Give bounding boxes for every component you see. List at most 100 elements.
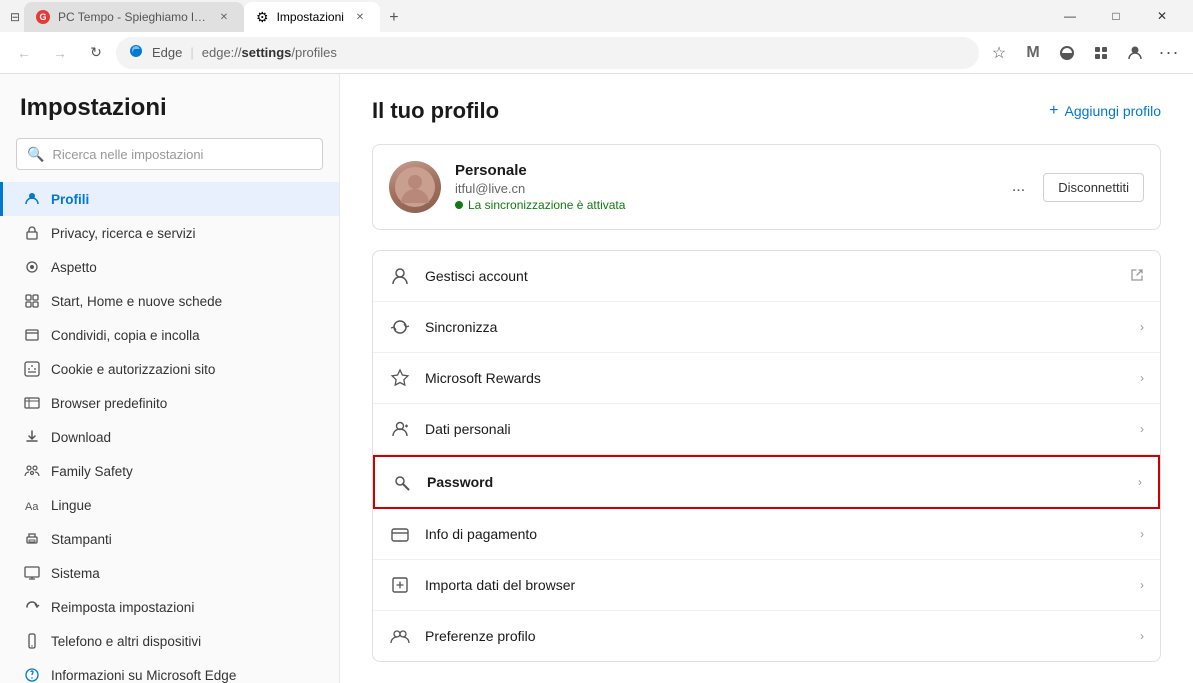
title-bar: ⊟ G PC Tempo - Spieghiamo la Tecn... ✕ ⚙… [0,0,1193,32]
menu-item-gestisci-left: Gestisci account [389,265,528,287]
back-button[interactable]: ← [8,37,40,69]
label-sincronizza: Sincronizza [425,319,497,335]
nav-telefono[interactable]: Telefono e altri dispositivi [0,624,339,658]
nav-icon-cookie [23,360,41,378]
menu-item-pagamento[interactable]: Info di pagamento › [373,509,1160,560]
collections-btn[interactable] [1085,37,1117,69]
nav-info[interactable]: Informazioni su Microsoft Edge [0,658,339,683]
profile-more-button[interactable]: ... [1004,174,1033,200]
menu-list: Gestisci account Sincronizza › [372,250,1161,662]
nav-family[interactable]: Family Safety [0,454,339,488]
menu-item-gestisci[interactable]: Gestisci account [373,251,1160,302]
nav-stampanti[interactable]: Stampanti [0,522,339,556]
nav-icon-telefono [23,632,41,650]
menu-item-importa[interactable]: Importa dati del browser › [373,560,1160,611]
nav-label-profili: Profili [51,192,89,207]
minimize-button[interactable]: — [1047,0,1093,32]
icon-pagamento [389,523,411,545]
nav-cookie[interactable]: Cookie e autorizzazioni sito [0,352,339,386]
sync-status: La sincronizzazione è attivata [455,198,990,212]
browser-essentials-btn[interactable] [1051,37,1083,69]
profile-btn[interactable] [1119,37,1151,69]
menu-item-password[interactable]: Password › [373,455,1160,509]
address-path-bold: settings [242,45,292,60]
title-bar-left: ⊟ [8,8,24,24]
icon-importa [389,574,411,596]
nav-label-lingue: Lingue [51,498,92,513]
nav-icon-privacy [23,224,41,242]
disconnect-button[interactable]: Disconnettiti [1043,173,1144,202]
favorites-btn[interactable]: ☆ [983,37,1015,69]
chevron-password: › [1138,475,1142,489]
m-btn[interactable]: M [1017,37,1049,69]
window-controls: — □ ✕ [1047,0,1185,32]
menu-item-rewards[interactable]: Microsoft Rewards › [373,353,1160,404]
label-dati: Dati personali [425,421,511,437]
sync-text: La sincronizzazione è attivata [468,198,625,212]
add-profile-button[interactable]: + Aggiungi profilo [1049,102,1161,120]
search-box[interactable]: 🔍 [16,138,323,170]
menu-item-sincronizza[interactable]: Sincronizza › [373,302,1160,353]
nav-start[interactable]: Start, Home e nuove schede [0,284,339,318]
nav-profili[interactable]: Profili [0,182,339,216]
tab1-favicon: G [36,10,50,24]
address-path-rest: /profiles [291,45,337,60]
nav-sistema[interactable]: Sistema [0,556,339,590]
chevron-rewards: › [1140,371,1144,385]
nav-lingue[interactable]: Aa Lingue [0,488,339,522]
label-pagamento: Info di pagamento [425,526,537,542]
nav-download[interactable]: Download [0,420,339,454]
menu-item-rewards-left: Microsoft Rewards [389,367,541,389]
tabs-area: G PC Tempo - Spieghiamo la Tecn... ✕ ⚙ I… [24,0,1047,32]
nav-label-browser: Browser predefinito [51,396,167,411]
menu-item-dati-left: Dati personali [389,418,511,440]
close-button[interactable]: ✕ [1139,0,1185,32]
menu-item-dati[interactable]: Dati personali › [373,404,1160,455]
nav-icon-lingue: Aa [23,496,41,514]
label-gestisci: Gestisci account [425,268,528,284]
label-preferenze: Preferenze profilo [425,628,536,644]
nav-condividi[interactable]: Condividi, copia e incolla [0,318,339,352]
content-header: Il tuo profilo + Aggiungi profilo [372,98,1161,124]
icon-preferenze [389,625,411,647]
avatar-inner [389,161,441,213]
refresh-button[interactable]: ↻ [80,37,112,69]
tab-settings[interactable]: ⚙ Impostazioni ✕ [244,2,380,32]
nav-browser[interactable]: Browser predefinito [0,386,339,420]
nav-icon-info [23,666,41,683]
search-input[interactable] [52,147,312,162]
icon-rewards [389,367,411,389]
nav-aspetto[interactable]: Aspetto [0,250,339,284]
profile-actions: ... Disconnettiti [1004,173,1144,202]
nav-privacy[interactable]: Privacy, ricerca e servizi [0,216,339,250]
new-tab-button[interactable]: + [380,4,408,32]
icon-password [391,471,413,493]
tab1-title: PC Tempo - Spieghiamo la Tecn... [58,10,208,24]
tab2-close[interactable]: ✕ [352,9,368,25]
nav-reimposta[interactable]: Reimposta impostazioni [0,590,339,624]
menu-item-dati-right: › [1140,422,1144,436]
settings-more-btn[interactable]: ··· [1153,37,1185,69]
menu-item-preferenze[interactable]: Preferenze profilo › [373,611,1160,661]
maximize-button[interactable]: □ [1093,0,1139,32]
nav-icon-sistema [23,564,41,582]
menu-item-password-left: Password [391,471,493,493]
nav-label-start: Start, Home e nuove schede [51,294,222,309]
nav-label-sistema: Sistema [51,566,100,581]
chevron-sincronizza: › [1140,320,1144,334]
forward-button[interactable]: → [44,37,76,69]
add-profile-label: Aggiungi profilo [1064,103,1161,119]
address-separator: | [190,45,193,60]
nav-label-cookie: Cookie e autorizzazioni sito [51,362,215,377]
tab-pctemp[interactable]: G PC Tempo - Spieghiamo la Tecn... ✕ [24,2,244,32]
menu-item-importa-right: › [1140,578,1144,592]
edge-logo-small [128,43,144,62]
menu-item-pagamento-right: › [1140,527,1144,541]
tab1-close[interactable]: ✕ [216,9,232,25]
profile-email: itful@live.cn [455,181,990,196]
nav-icon-reimposta [23,598,41,616]
nav-icon-family [23,462,41,480]
search-icon: 🔍 [27,146,44,163]
address-field[interactable]: Edge | edge://settings/profiles [116,37,979,69]
nav-icon-aspetto [23,258,41,276]
